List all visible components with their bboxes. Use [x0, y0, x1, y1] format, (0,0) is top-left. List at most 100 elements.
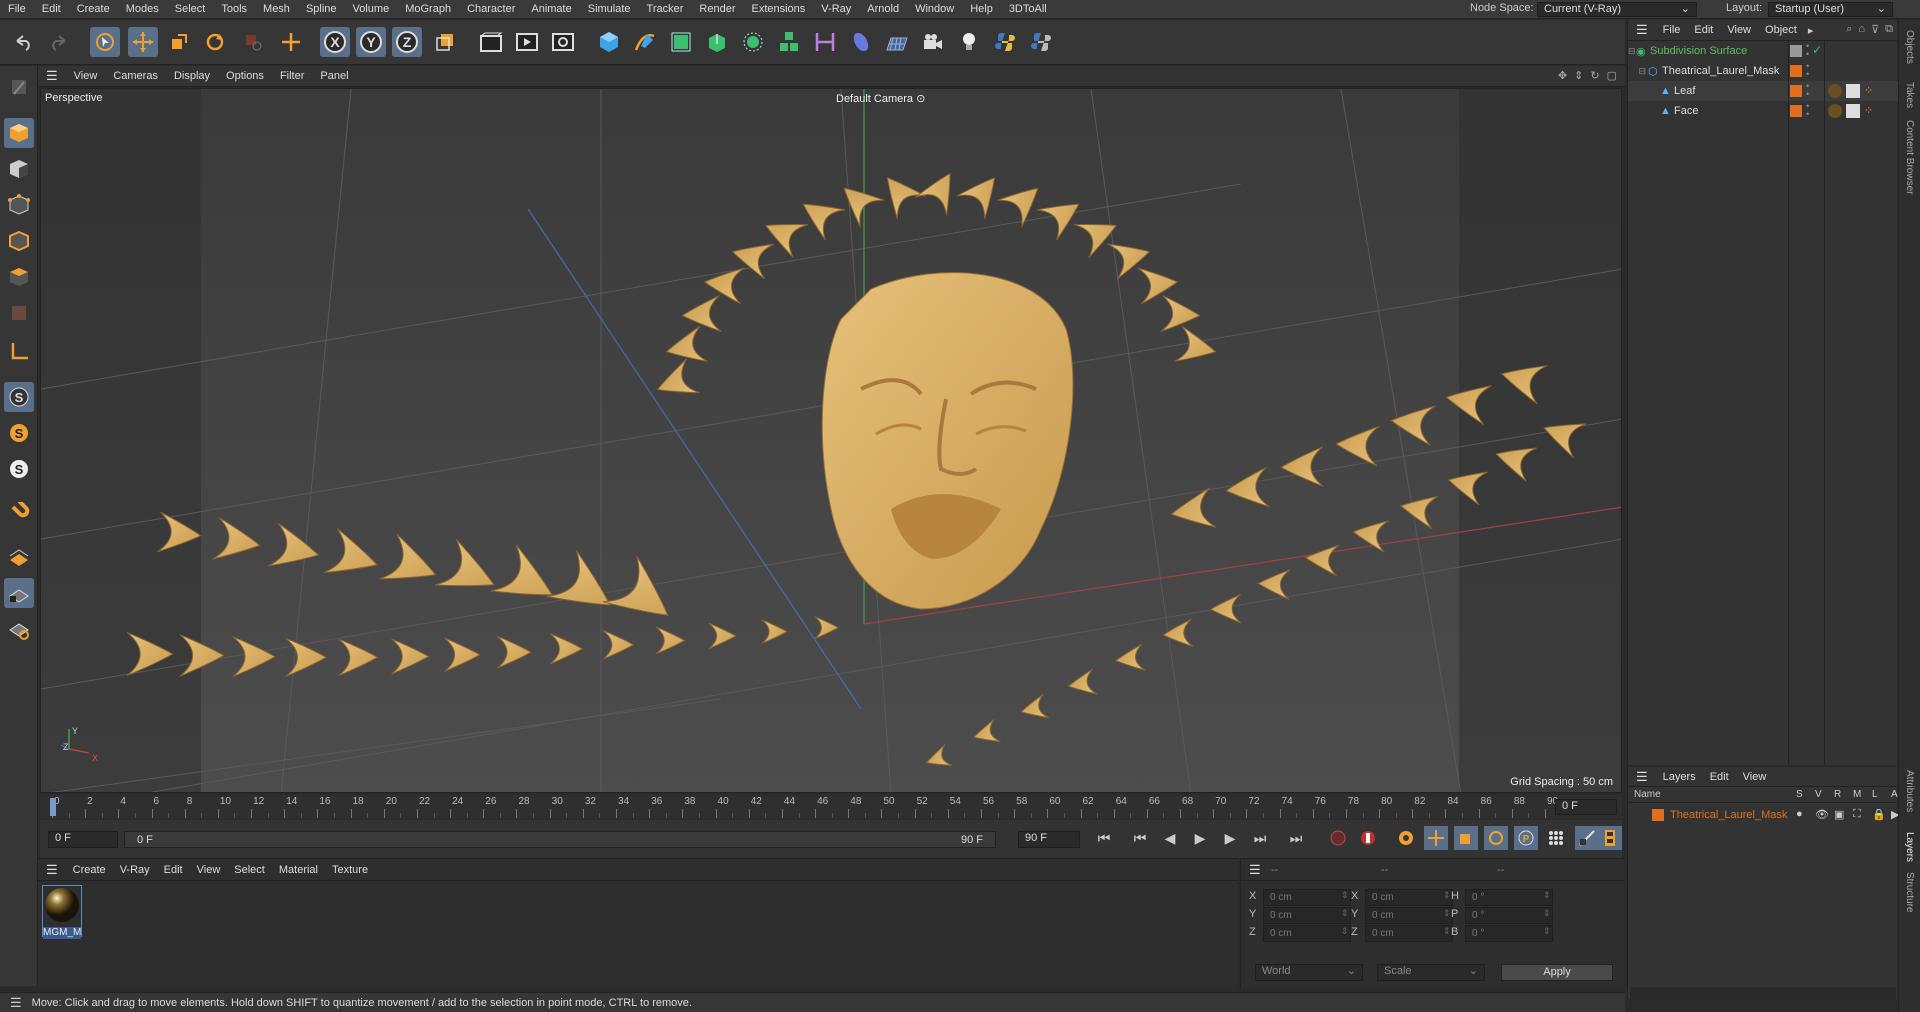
material-menu-v-ray[interactable]: V-Ray — [113, 864, 157, 876]
light-button[interactable] — [954, 27, 984, 57]
layer-color-swatch[interactable] — [1790, 85, 1802, 97]
floor-button[interactable] — [882, 27, 912, 57]
menu-create[interactable]: Create — [69, 0, 118, 19]
play-button[interactable]: ▶ — [1188, 826, 1212, 850]
menu-mograph[interactable]: MoGraph — [397, 0, 459, 19]
dots-tag-icon[interactable]: ⁘ — [1864, 104, 1878, 118]
menu-window[interactable]: Window — [907, 0, 962, 19]
menu-modes[interactable]: Modes — [118, 0, 167, 19]
filter-icon[interactable]: ⊽ — [1871, 23, 1879, 36]
object-menu-view[interactable]: View — [1720, 24, 1758, 36]
layer-row[interactable]: Theatrical_Laurel_Mask ● 👁 ▣ ⛶ 🔒 ▶ — [1628, 805, 1899, 825]
visibility-dots-icon[interactable]: • • — [1806, 82, 1809, 99]
current-frame-field[interactable]: 0 F — [1555, 799, 1617, 815]
move-tool-button[interactable] — [128, 27, 158, 57]
edit-check-icon[interactable] — [1790, 45, 1802, 57]
array-button[interactable] — [774, 27, 804, 57]
material-menu-texture[interactable]: Texture — [325, 864, 375, 876]
next-frame-button[interactable]: ▶ — [1218, 826, 1242, 850]
new-window-icon[interactable]: ⧉ — [1885, 23, 1893, 36]
home-icon[interactable]: ⌂ — [1858, 23, 1865, 36]
snap-settings-button[interactable]: S — [4, 418, 34, 448]
workplane-snap-button[interactable]: S — [4, 454, 34, 484]
coord-size-field[interactable]: 0 cm — [1365, 889, 1453, 906]
workplane-button[interactable] — [4, 542, 34, 572]
spinner-icon[interactable]: ⇕ — [1543, 890, 1551, 901]
menu-render[interactable]: Render — [691, 0, 743, 19]
lock-icon[interactable]: 🔒 — [1872, 808, 1886, 821]
material-menu-edit[interactable]: Edit — [157, 864, 190, 876]
camera-label[interactable]: Default Camera ⊙ — [836, 92, 925, 105]
render-icon[interactable]: ▣ — [1834, 808, 1844, 821]
spinner-icon[interactable]: ⇕ — [1443, 908, 1451, 919]
menu-arnold[interactable]: Arnold — [859, 0, 907, 19]
material-menu-create[interactable]: Create — [66, 864, 113, 876]
add-object-button[interactable] — [276, 27, 306, 57]
viewport[interactable]: Perspective Default Camera ⊙ Grid Spacin… — [40, 88, 1622, 793]
menu-spline[interactable]: Spline — [298, 0, 345, 19]
menu-simulate[interactable]: Simulate — [580, 0, 639, 19]
visibility-dots-icon[interactable]: • • — [1806, 102, 1809, 119]
apply-button[interactable]: Apply — [1501, 964, 1613, 981]
layer-color-swatch[interactable] — [1790, 105, 1802, 117]
hamburger-icon[interactable]: ☰ — [38, 68, 66, 84]
tab-layers[interactable]: Layers — [1904, 832, 1915, 862]
scale-tool-button[interactable] — [164, 27, 194, 57]
start-frame-field[interactable]: 0 F — [48, 831, 118, 848]
viewport-menu-view[interactable]: View — [66, 70, 106, 82]
search-icon[interactable]: ⌕ — [1846, 23, 1852, 36]
object-row-subdivision-surface[interactable]: ⊟ ◉ Subdivision Surface • • ✓ — [1628, 41, 1898, 61]
x-axis-toggle[interactable]: X — [320, 27, 350, 57]
coord-mode-dropdown[interactable]: Scale ⌄ — [1377, 964, 1485, 981]
hamburger-icon[interactable]: ☰ — [1241, 862, 1269, 878]
visibility-dots-icon[interactable]: • • — [1806, 62, 1809, 79]
previous-frame-button[interactable]: ◀ — [1158, 826, 1182, 850]
menu-tracker[interactable]: Tracker — [639, 0, 692, 19]
node-space-dropdown[interactable]: Current (V-Ray) ⌄ — [1537, 2, 1697, 17]
menu-extensions[interactable]: Extensions — [743, 0, 813, 19]
coord-rotation-field[interactable]: 0 ° — [1465, 907, 1553, 924]
snap-button[interactable]: S — [4, 382, 34, 412]
menu-file[interactable]: File — [0, 0, 34, 19]
python-button-2[interactable] — [1026, 27, 1056, 57]
render-region-button[interactable] — [476, 27, 506, 57]
tab-content-browser[interactable]: Content Browser — [1904, 120, 1915, 194]
go-to-end-button[interactable]: ⏭ — [1284, 826, 1308, 850]
layout-dropdown[interactable]: Startup (User) ⌄ — [1768, 2, 1893, 17]
rotate-tool-button[interactable] — [200, 27, 230, 57]
eye-icon[interactable]: 👁 — [1815, 808, 1829, 821]
polygons-mode-button[interactable] — [4, 262, 34, 292]
object-menu-edit[interactable]: Edit — [1687, 24, 1720, 36]
coordinate-system-button[interactable] — [430, 27, 460, 57]
tree-expander[interactable]: ⊟ — [1628, 66, 1648, 77]
timeline-button[interactable] — [1575, 826, 1599, 850]
coord-position-field[interactable]: 0 cm — [1263, 925, 1351, 942]
tab-objects[interactable]: Objects — [1904, 30, 1915, 64]
menu-more-icon[interactable]: ▸ — [1804, 24, 1818, 37]
checker-tag-icon[interactable] — [1846, 84, 1860, 98]
record-button[interactable] — [1326, 826, 1350, 850]
make-editable-button[interactable] — [4, 72, 34, 102]
undo-button[interactable] — [8, 27, 38, 57]
y-axis-toggle[interactable]: Y — [356, 27, 386, 57]
coord-rotation-field[interactable]: 0 ° — [1465, 925, 1553, 942]
coord-size-field[interactable]: 0 cm — [1365, 907, 1453, 924]
layer-color-swatch[interactable] — [1652, 809, 1664, 821]
spinner-icon[interactable]: ⇕ — [1543, 926, 1551, 937]
viewport-menu-cameras[interactable]: Cameras — [105, 70, 166, 82]
menu-tools[interactable]: Tools — [213, 0, 255, 19]
spinner-icon[interactable]: ⇕ — [1543, 908, 1551, 919]
menu-edit[interactable]: Edit — [34, 0, 69, 19]
menu-help[interactable]: Help — [962, 0, 1001, 19]
dots-tag-icon[interactable]: ⁘ — [1864, 84, 1878, 98]
material-menu-select[interactable]: Select — [227, 864, 272, 876]
go-to-start-button[interactable]: ⏮ — [1092, 826, 1116, 850]
coord-space-dropdown[interactable]: World ⌄ — [1255, 964, 1363, 981]
next-key-button[interactable]: ⏭ — [1248, 826, 1272, 850]
playhead[interactable] — [50, 798, 56, 816]
layer-menu-edit[interactable]: Edit — [1703, 771, 1736, 783]
menu-mesh[interactable]: Mesh — [255, 0, 298, 19]
tab-takes[interactable]: Takes — [1904, 82, 1915, 108]
tweak-button[interactable] — [4, 498, 34, 528]
orbit-icon[interactable]: ↻ — [1590, 69, 1599, 82]
